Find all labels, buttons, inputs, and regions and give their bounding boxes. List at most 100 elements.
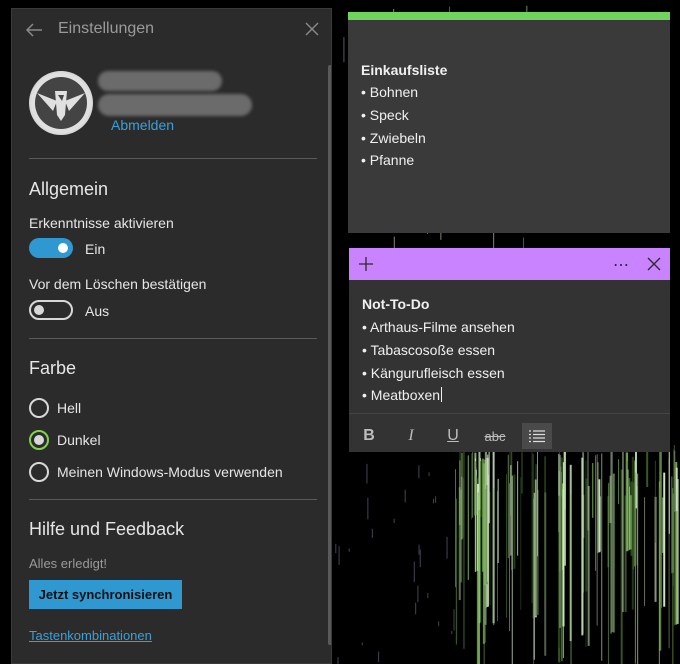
background-streak [535, 464, 538, 617]
background-streak [446, 536, 448, 559]
radio-light-label: Hell [57, 400, 82, 416]
list-item-editing[interactable]: • Meatboxen [362, 387, 443, 403]
settings-title: Einstellungen [58, 20, 155, 37]
insights-toggle-state: Ein [85, 241, 106, 257]
background-streak [533, 492, 535, 660]
more-options-icon[interactable]: ⋯ [613, 255, 630, 275]
background-streak [585, 460, 587, 647]
close-note-icon[interactable] [647, 257, 661, 271]
background-streak [480, 460, 482, 623]
general-heading: Allgemein [29, 179, 109, 199]
background-streak [348, 548, 350, 552]
background-streak [367, 497, 369, 520]
background-streak [618, 459, 620, 505]
background-streak [676, 479, 679, 624]
background-streak [531, 446, 533, 604]
background-streak [419, 549, 421, 568]
background-streak [507, 454, 509, 559]
background-streak [428, 472, 430, 476]
background-streak [415, 602, 417, 615]
radio-windows-mode-label: Meinen Windows-Modus verwenden [57, 464, 283, 480]
list-item: • Zwiebeln [361, 130, 426, 146]
keyboard-shortcuts-link[interactable]: Tastenkombinationen [29, 628, 152, 643]
back-arrow-icon[interactable] [24, 20, 44, 40]
background-streak [654, 460, 656, 543]
background-streak [460, 489, 463, 583]
background-streak [467, 455, 469, 580]
note-title: Not-To-Do [362, 296, 430, 312]
background-streak [432, 498, 434, 504]
list-item: • Kängurufleisch essen [362, 365, 505, 381]
background-streak [371, 528, 373, 538]
scrollbar[interactable] [328, 65, 331, 645]
confirm-delete-label: Vor dem Löschen bestätigen [29, 276, 207, 292]
background-streak [404, 489, 406, 503]
background-streak [418, 544, 420, 555]
background-streak [361, 642, 363, 646]
background-streak [599, 496, 601, 552]
list-item-text: • Meatboxen [362, 387, 441, 403]
background-streak [558, 495, 560, 648]
list-item: • Speck [361, 107, 409, 123]
background-streak [413, 561, 415, 583]
background-streak [472, 446, 474, 518]
color-heading: Farbe [29, 358, 77, 378]
background-streak [493, 487, 495, 626]
sync-now-button[interactable]: Jetzt synchronisieren [29, 580, 182, 609]
underline-button[interactable]: U [438, 423, 468, 449]
redacted-email [98, 94, 252, 116]
background-streak [510, 465, 512, 556]
insights-label: Erkenntnisse aktivieren [29, 215, 174, 231]
sticky-note-not-to-do[interactable]: ⋯ Not-To-Do • Arthaus-Filme ansehen • Ta… [349, 248, 670, 452]
divider [29, 499, 317, 500]
background-streak [471, 453, 473, 520]
background-streak [570, 494, 572, 664]
background-streak [343, 37, 345, 63]
bullet-list-button[interactable] [522, 423, 552, 449]
close-icon[interactable] [304, 21, 320, 37]
background-streak [453, 609, 455, 631]
insights-toggle[interactable] [29, 238, 73, 258]
background-streak [513, 474, 516, 569]
background-streak [563, 446, 566, 566]
radio-dark[interactable] [29, 430, 49, 450]
sticky-note-shopping[interactable]: Einkaufsliste • Bohnen • Speck • Zwiebel… [348, 12, 670, 233]
background-streak [335, 543, 337, 554]
background-streak [520, 477, 522, 610]
background-streak [671, 476, 673, 574]
divider [29, 158, 317, 159]
italic-button[interactable]: I [396, 423, 426, 449]
sync-status: Alles erledigt! [29, 556, 108, 571]
background-streak [582, 450, 584, 634]
background-streak [601, 453, 603, 661]
background-streak [488, 450, 490, 524]
background-streak [378, 651, 380, 662]
background-streak [366, 463, 368, 484]
background-streak [521, 452, 523, 494]
background-streak [629, 495, 632, 550]
background-streak [596, 454, 598, 626]
background-streak [659, 451, 662, 651]
confirm-delete-toggle[interactable] [29, 300, 73, 320]
background-streak [417, 585, 419, 603]
list-item: • Bohnen [361, 84, 419, 100]
background-streak [663, 472, 666, 607]
background-streak [435, 496, 437, 503]
radio-windows-mode[interactable] [29, 462, 49, 482]
list-item: • Pfanne [361, 152, 415, 168]
background-streak [455, 498, 457, 645]
background-streak [610, 448, 612, 634]
background-streak [338, 546, 340, 566]
background-streak [418, 465, 420, 478]
background-streak [506, 473, 508, 618]
background-streak [637, 473, 639, 664]
strikethrough-button[interactable]: abc [478, 423, 512, 449]
settings-panel: Einstellungen Abmelden Allgemein Erkennt… [11, 8, 332, 664]
background-streak [544, 456, 546, 597]
sign-out-link[interactable]: Abmelden [111, 117, 174, 133]
add-note-icon[interactable] [358, 256, 374, 272]
help-heading: Hilfe und Feedback [29, 519, 185, 539]
bold-button[interactable]: B [354, 423, 384, 449]
radio-light[interactable] [29, 398, 49, 418]
background-streak [427, 592, 429, 599]
